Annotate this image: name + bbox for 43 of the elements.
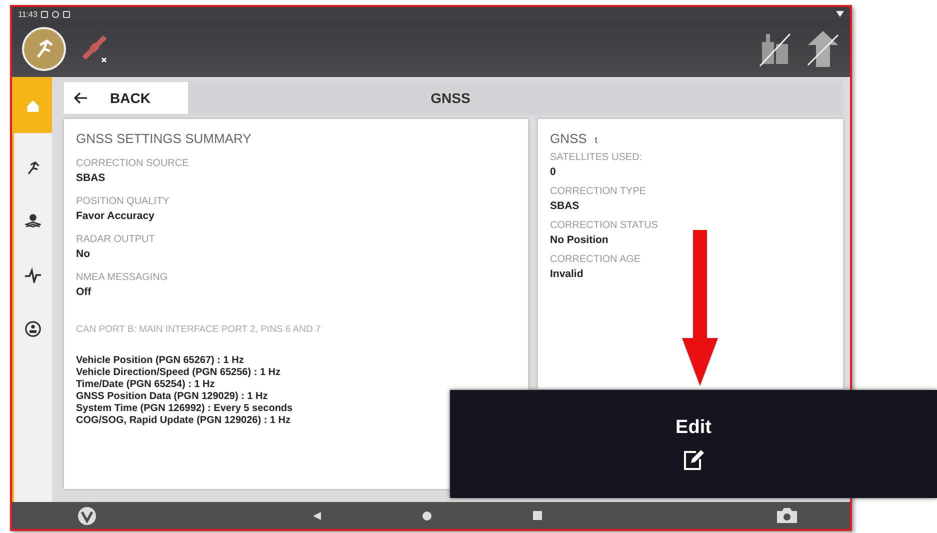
field-value: No bbox=[76, 248, 91, 260]
field-value: 0 bbox=[550, 166, 557, 178]
field-value: Off bbox=[76, 286, 92, 298]
home-icon[interactable] bbox=[422, 510, 432, 520]
satellite-icon[interactable] bbox=[80, 34, 110, 64]
section-label: CAN PORT B: MAIN INTERFACE PORT 2, PINS 6 AND 7 bbox=[76, 324, 322, 335]
circle-icon bbox=[25, 321, 41, 337]
runner-icon[interactable] bbox=[22, 27, 66, 71]
message-line: System Time (PGN 126992) : Every 5 seconds bbox=[76, 403, 294, 415]
field-label: POSITION QUALITY bbox=[76, 196, 170, 207]
page-title: GNSS bbox=[430, 90, 472, 106]
message-line: Vehicle Direction/Speed (PGN 65256) : 1 Hz bbox=[76, 367, 282, 379]
field-value: No Position bbox=[550, 234, 610, 246]
recent-apps-icon[interactable] bbox=[532, 511, 542, 520]
pulse-icon bbox=[25, 267, 41, 283]
back-arrow-icon bbox=[74, 92, 88, 104]
message-line: GNSS Position Data (PGN 129029) : 1 Hz bbox=[76, 391, 269, 403]
back-button[interactable]: BACK bbox=[64, 82, 188, 114]
logo-icon[interactable] bbox=[77, 506, 97, 526]
camera-icon[interactable] bbox=[776, 507, 798, 524]
message-line: COG/SOG, Rapid Update (PGN 129026) : 1 Hz bbox=[76, 415, 292, 427]
runner-icon bbox=[25, 159, 41, 175]
field-label: CORRECTION STATUS bbox=[550, 220, 659, 231]
back-icon[interactable] bbox=[312, 510, 322, 520]
card-title: GNSS SETTINGS SUMMARY bbox=[76, 131, 252, 146]
card-title: GNSS bbox=[550, 131, 587, 146]
field-label: RADAR OUTPUT bbox=[76, 234, 156, 245]
message-line: Time/Date (PGN 65254) : 1 Hz bbox=[76, 379, 216, 391]
title-mark: t bbox=[594, 135, 598, 145]
field-label: SATELLITES USED: bbox=[550, 152, 644, 163]
clock: 11:43 bbox=[18, 10, 38, 18]
crossed-out-icon[interactable] bbox=[806, 29, 840, 69]
field-label: CORRECTION TYPE bbox=[550, 186, 647, 197]
field-label: CORRECTION AGE bbox=[550, 254, 642, 265]
field-value: SBAS bbox=[550, 200, 580, 212]
field-label: NMEA MESSAGING bbox=[76, 272, 169, 283]
field-value: SBAS bbox=[76, 172, 106, 184]
field-value: Favor Accuracy bbox=[76, 210, 156, 222]
message-line: Vehicle Position (PGN 65267) : 1 Hz bbox=[76, 355, 245, 367]
edit-button[interactable]: Edit bbox=[450, 390, 937, 498]
edit-icon bbox=[682, 449, 706, 471]
field-value: Invalid bbox=[550, 268, 584, 280]
field-label: CORRECTION SOURCE bbox=[76, 158, 190, 169]
